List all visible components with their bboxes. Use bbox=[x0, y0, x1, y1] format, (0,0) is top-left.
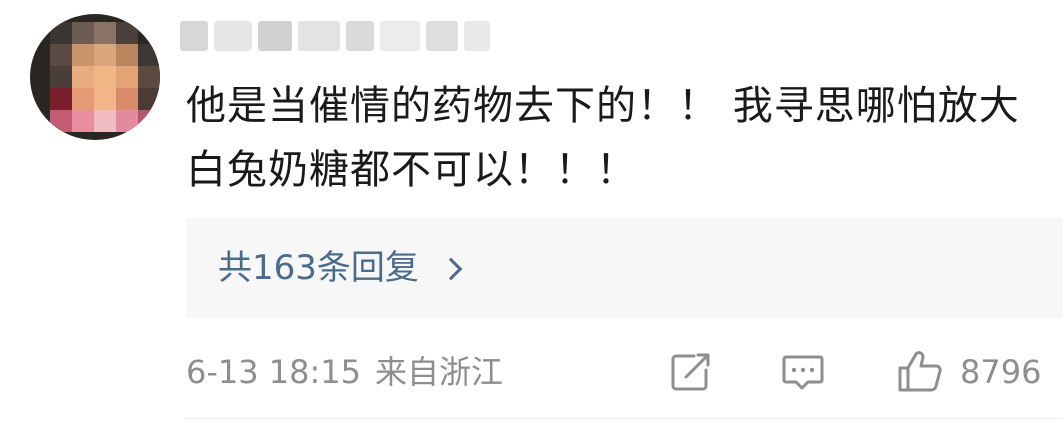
replies-panel[interactable]: 共163条回复 bbox=[186, 218, 1063, 318]
comment-date: 6-13 18:15 bbox=[186, 353, 362, 391]
replies-label: 共163条回复 bbox=[218, 248, 419, 288]
comment-location: 来自浙江 bbox=[375, 353, 504, 391]
like-count: 8796 bbox=[960, 353, 1042, 391]
share-icon[interactable] bbox=[668, 350, 714, 394]
divider bbox=[186, 418, 1063, 419]
view-replies-link[interactable]: 共163条回复 bbox=[218, 247, 463, 289]
comment-meta: 6-13 18:15 来自浙江 bbox=[186, 350, 503, 394]
comment-icon[interactable] bbox=[780, 350, 826, 394]
chevron-right-icon bbox=[439, 257, 463, 281]
username-blurred[interactable] bbox=[180, 16, 490, 56]
comment-text: 他是当催情的药物去下的！！ 我寻思哪怕放大白兔奶糖都不可以！！！ bbox=[186, 83, 1020, 193]
thumbs-up-icon[interactable] bbox=[896, 350, 946, 394]
comment-card: 他是当催情的药物去下的！！ 我寻思哪怕放大白兔奶糖都不可以！！！ 共163条回复… bbox=[0, 0, 1063, 433]
avatar[interactable] bbox=[30, 14, 160, 140]
